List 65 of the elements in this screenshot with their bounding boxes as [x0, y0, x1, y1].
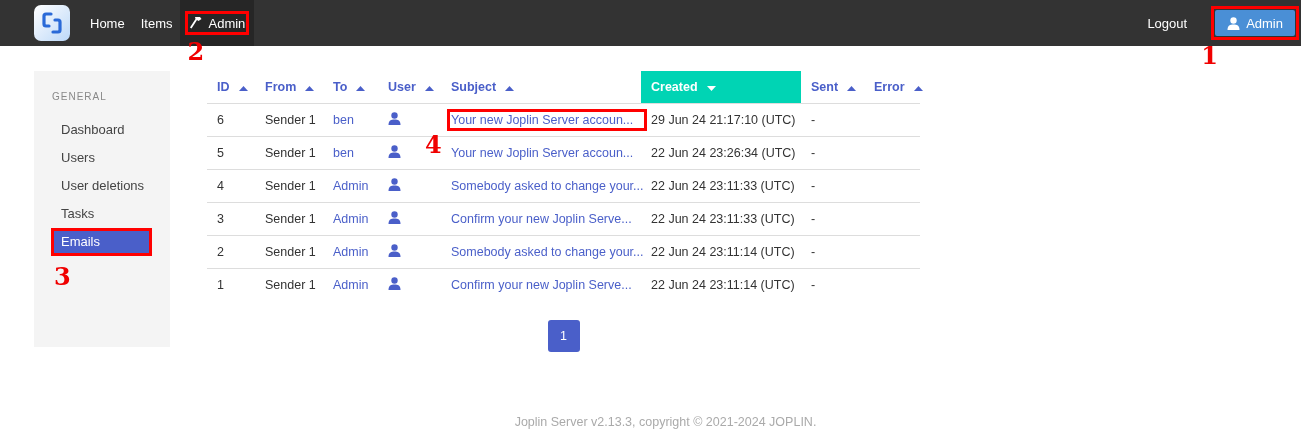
- annotation-number: 3: [54, 265, 71, 289]
- page-button[interactable]: 1: [547, 320, 580, 352]
- table-cell: Sender 1: [255, 268, 323, 301]
- user-icon[interactable]: [388, 244, 401, 257]
- table-cell: 1: [207, 268, 255, 301]
- subject-link[interactable]: Somebody asked to change your...: [451, 179, 644, 193]
- user-icon[interactable]: [388, 112, 401, 125]
- table-cell: -: [801, 169, 864, 203]
- sidebar-item[interactable]: Dashboard: [52, 116, 151, 144]
- annotation-number: 4: [425, 133, 442, 157]
- column-header[interactable]: User: [378, 71, 441, 104]
- nav-link[interactable]: Home: [82, 0, 133, 46]
- app-logo[interactable]: [34, 5, 70, 41]
- column-header[interactable]: To: [323, 71, 378, 104]
- table-cell: 6: [207, 103, 255, 137]
- subject-link[interactable]: Somebody asked to change your...: [451, 245, 644, 259]
- table-cell: 22 Jun 24 23:26:34 (UTC): [641, 136, 801, 170]
- recipient-link[interactable]: ben: [333, 113, 354, 127]
- table-cell: 29 Jun 24 21:17:10 (UTC): [641, 103, 801, 137]
- user-icon[interactable]: [388, 211, 401, 224]
- table-cell: 4: [207, 169, 255, 203]
- table-cell: -: [801, 235, 864, 269]
- annotation-box: [185, 11, 250, 35]
- column-header[interactable]: From: [255, 71, 323, 104]
- subject-link[interactable]: Confirm your new Joplin Serve...: [451, 212, 632, 226]
- table-cell: Sender 1: [255, 136, 323, 170]
- table-cell: -: [801, 103, 864, 137]
- table-cell: Sender 1: [255, 169, 323, 203]
- table-cell: Sender 1: [255, 235, 323, 269]
- account-button[interactable]: Admin: [1215, 10, 1295, 36]
- nav-link[interactable]: Items: [132, 0, 181, 46]
- table-cell: 3: [207, 202, 255, 236]
- sidebar-heading: GENERAL: [52, 91, 108, 102]
- user-icon[interactable]: [388, 178, 401, 191]
- user-icon: [1227, 16, 1241, 30]
- annotation-number: 1: [1201, 44, 1218, 68]
- subject-link[interactable]: Your new Joplin Server accoun...: [451, 113, 634, 127]
- table-cell: 22 Jun 24 23:11:14 (UTC): [641, 268, 801, 301]
- table-cell: -: [801, 202, 864, 236]
- column-header[interactable]: Subject: [441, 71, 641, 104]
- table-cell: Sender 1: [255, 202, 323, 236]
- subject-link[interactable]: Confirm your new Joplin Serve...: [451, 278, 632, 292]
- sidebar-item[interactable]: Tasks: [52, 200, 151, 228]
- subject-link[interactable]: Your new Joplin Server accoun...: [451, 146, 634, 160]
- recipient-link[interactable]: Admin: [333, 212, 369, 226]
- sidebar-item[interactable]: Users: [52, 144, 151, 172]
- column-header[interactable]: Sent: [801, 71, 864, 104]
- table-cell: -: [801, 268, 864, 301]
- table-cell: 2: [207, 235, 255, 269]
- table-cell: -: [801, 136, 864, 170]
- column-header[interactable]: Error: [864, 71, 920, 104]
- logout-link[interactable]: Logout: [1147, 15, 1188, 31]
- column-header[interactable]: ID: [207, 71, 255, 104]
- table-cell: 5: [207, 136, 255, 170]
- user-icon[interactable]: [388, 145, 401, 158]
- table-cell: 22 Jun 24 23:11:33 (UTC): [641, 202, 801, 236]
- recipient-link[interactable]: ben: [333, 146, 354, 160]
- table-cell: Sender 1: [255, 103, 323, 137]
- hammer-icon: [189, 16, 204, 30]
- recipient-link[interactable]: Admin: [333, 245, 369, 259]
- footer-text: Joplin Server v2.13.3, copyright © 2021-2024 JOPLIN.: [514, 415, 817, 429]
- sidebar-item[interactable]: User deletions: [52, 172, 151, 200]
- recipient-link[interactable]: Admin: [333, 179, 369, 193]
- user-icon[interactable]: [388, 277, 401, 290]
- recipient-link[interactable]: Admin: [333, 278, 369, 292]
